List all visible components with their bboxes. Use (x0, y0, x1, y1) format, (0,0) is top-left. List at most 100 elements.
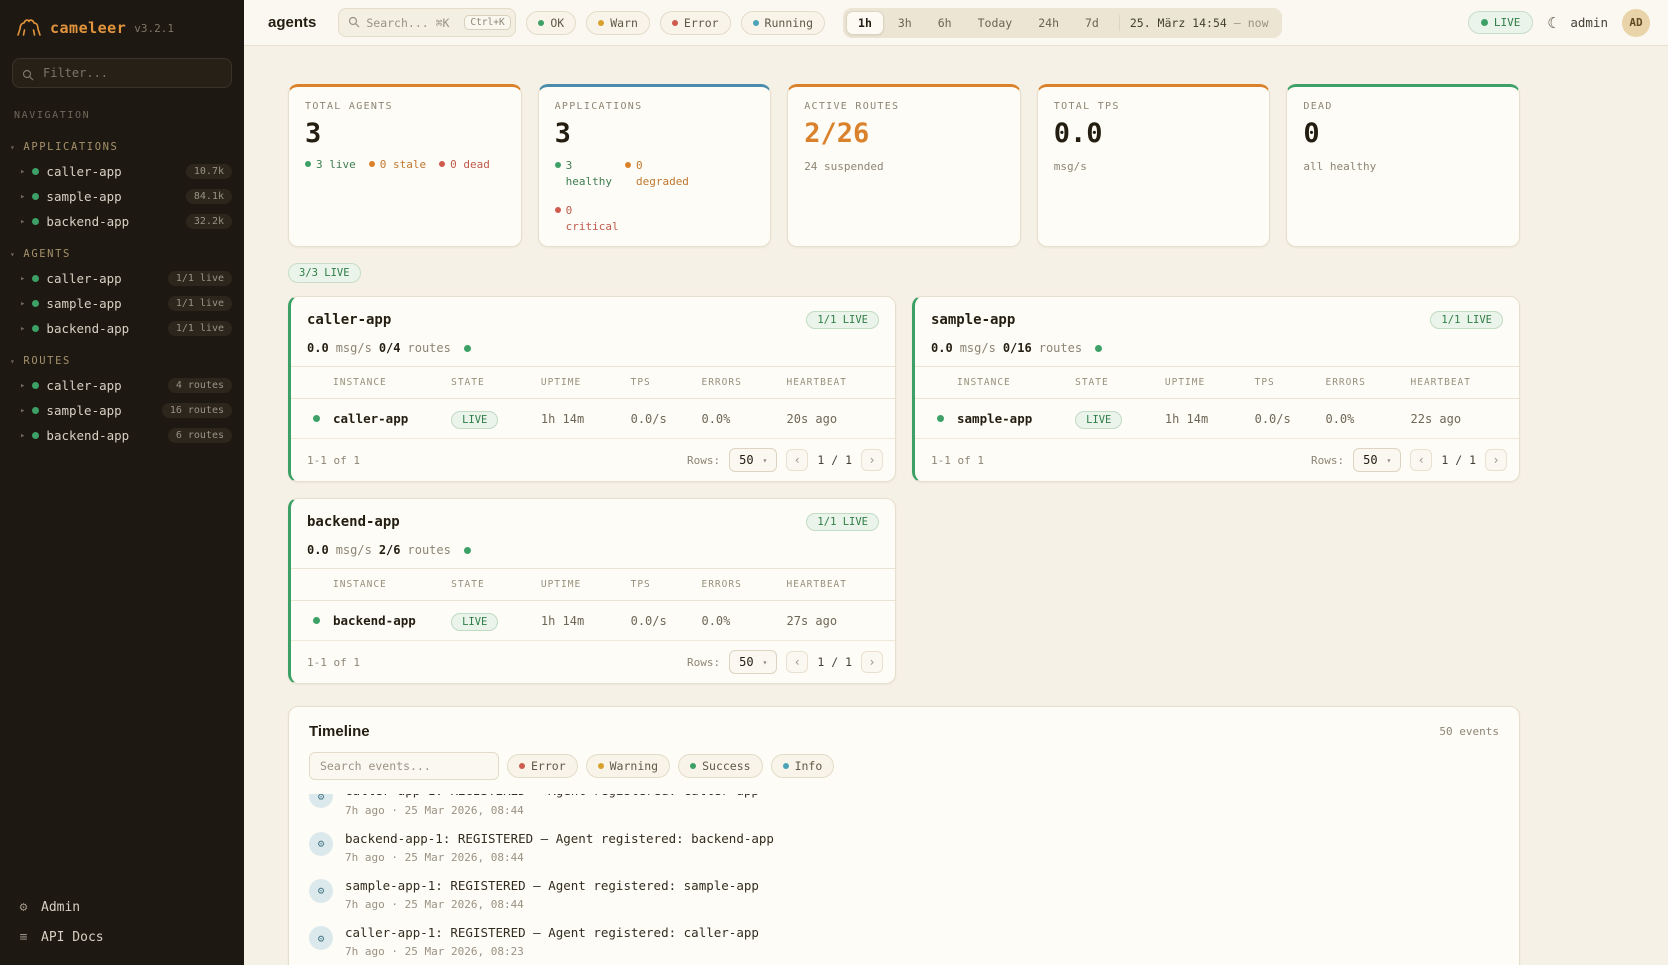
timeline-chip-success[interactable]: Success (678, 754, 762, 778)
substat-num: 0 (636, 158, 689, 174)
prev-page-button[interactable]: ‹ (786, 651, 808, 673)
chip-label: Warn (610, 16, 638, 30)
global-search-input[interactable] (366, 16, 458, 30)
timeline-event[interactable]: ⚙ caller-app-1: REGISTERED — Agent regis… (309, 794, 1499, 816)
stat-value: 0 (1303, 119, 1503, 149)
timeline-event[interactable]: ⚙ sample-app-1: REGISTERED — Agent regis… (309, 878, 1499, 911)
datetime-text: 25. März 14:54 (1130, 16, 1227, 30)
sidebar-item-routes-backend-app[interactable]: ▸ backend-app 6 routes (0, 423, 244, 448)
substat-word: degraded (636, 174, 689, 190)
stat-subtext: 24 suspended (804, 160, 1004, 173)
sidebar-item-applications-sample-app[interactable]: ▸ sample-app 84.1k (0, 184, 244, 209)
avatar[interactable]: AD (1622, 9, 1650, 37)
sidebar-item-agents-sample-app[interactable]: ▸ sample-app 1/1 live (0, 291, 244, 316)
timeline-event[interactable]: ⚙ caller-app-1: REGISTERED — Agent regis… (309, 925, 1499, 958)
nav-item-badge: 4 routes (168, 378, 232, 393)
timeline-event-count: 50 events (1439, 725, 1499, 738)
col-errors: ERRORS (701, 377, 786, 388)
user-name[interactable]: admin (1570, 15, 1608, 30)
sidebar-item-agents-caller-app[interactable]: ▸ caller-app 1/1 live (0, 266, 244, 291)
stat-value: 3 (305, 119, 505, 149)
substat-live: 3 live (305, 158, 356, 171)
status-dot (32, 275, 39, 282)
rows-per-page-select[interactable]: 50 ▾ (729, 650, 777, 674)
timeline-search-input[interactable] (309, 752, 499, 780)
next-page-button[interactable]: › (861, 449, 883, 471)
filter-chip-running[interactable]: Running (741, 11, 825, 35)
section-header-agents[interactable]: ▾ AGENTS (0, 242, 244, 266)
dark-mode-toggle-moon-icon[interactable]: ☾ (1547, 14, 1556, 32)
sidebar-filter-input[interactable] (12, 58, 232, 88)
nav-item-badge: 10.7k (186, 164, 232, 179)
substat-word: live (329, 158, 356, 171)
rows-per-page-select[interactable]: 50 ▾ (1353, 448, 1401, 472)
table-row[interactable]: backend-app LIVE 1h 14m 0.0/s 0.0% 27s a… (291, 601, 895, 641)
table-row[interactable]: caller-app LIVE 1h 14m 0.0/s 0.0% 20s ag… (291, 399, 895, 439)
sidebar-item-routes-sample-app[interactable]: ▸ sample-app 16 routes (0, 398, 244, 423)
timeline-chip-error[interactable]: Error (507, 754, 578, 778)
timeline-events-viewport[interactable]: ⚙ caller-app-1: REGISTERED — Agent regis… (309, 794, 1499, 965)
range-button-6h[interactable]: 6h (926, 11, 964, 35)
sidebar-item-admin[interactable]: ⚙ Admin (16, 900, 228, 915)
sidebar-item-routes-caller-app[interactable]: ▸ caller-app 4 routes (0, 373, 244, 398)
range-button-today[interactable]: Today (966, 11, 1025, 35)
topbar: agents Ctrl+K OK Warn Error Running 1h 3… (244, 0, 1668, 46)
agent-card-title: sample-app (931, 312, 1015, 328)
sidebar-item-applications-caller-app[interactable]: ▸ caller-app 10.7k (0, 159, 244, 184)
live-dot-icon (464, 547, 471, 554)
event-text: sample-app-1: REGISTERED — Agent registe… (345, 878, 759, 894)
col-uptime: UPTIME (541, 377, 631, 388)
global-search[interactable]: Ctrl+K (338, 8, 516, 37)
next-page-button[interactable]: › (1485, 449, 1507, 471)
prev-page-button[interactable]: ‹ (786, 449, 808, 471)
col-state: STATE (451, 377, 541, 388)
range-button-7d[interactable]: 7d (1073, 11, 1111, 35)
stat-value: 2/26 (804, 119, 1004, 149)
live-dot-icon (1095, 345, 1102, 352)
filter-chip-warn[interactable]: Warn (586, 11, 650, 35)
live-status-chip[interactable]: LIVE (1468, 11, 1534, 34)
section-header-routes[interactable]: ▾ ROUTES (0, 349, 244, 373)
red-dot (555, 207, 561, 213)
next-page-button[interactable]: › (861, 651, 883, 673)
event-time: 7h ago · 25 Mar 2026, 08:44 (345, 898, 759, 911)
api-docs-label: API Docs (41, 930, 104, 945)
agent-card-sample-app: sample-app 1/1 LIVE 0.0 msg/s 0/16 route… (912, 296, 1520, 482)
range-button-24h[interactable]: 24h (1026, 11, 1071, 35)
sidebar-item-agents-backend-app[interactable]: ▸ backend-app 1/1 live (0, 316, 244, 341)
rows-per-page-select[interactable]: 50 ▾ (729, 448, 777, 472)
range-button-1h[interactable]: 1h (846, 11, 884, 35)
col-heartbeat: HEARTBEAT (787, 377, 881, 388)
chevron-right-icon: ▸ (20, 406, 25, 416)
table-row[interactable]: sample-app LIVE 1h 14m 0.0/s 0.0% 22s ag… (915, 399, 1519, 439)
substat-stale: 0 stale (369, 158, 426, 171)
chevron-right-icon: ▸ (20, 381, 25, 391)
event-text: caller-app-1: REGISTERED — Agent registe… (345, 794, 759, 799)
prev-page-button[interactable]: ‹ (1410, 449, 1432, 471)
stat-card-dead: DEAD 0 all healthy (1286, 84, 1520, 247)
col-tps: TPS (1255, 377, 1326, 388)
filter-chip-ok[interactable]: OK (526, 11, 576, 35)
range-button-3h[interactable]: 3h (886, 11, 924, 35)
timeline-event[interactable]: ⚙ backend-app-1: REGISTERED — Agent regi… (309, 831, 1499, 864)
rows-label: Rows: (687, 454, 720, 467)
status-dot (937, 415, 944, 422)
rows-value: 50 (739, 655, 753, 669)
event-gear-icon: ⚙ (309, 926, 333, 950)
section-header-applications[interactable]: ▾ APPLICATIONS (0, 135, 244, 159)
table-footer: 1-1 of 1 Rows: 50 ▾ ‹ 1 / 1 › (291, 641, 895, 683)
timeline-chip-warning[interactable]: Warning (586, 754, 670, 778)
chevron-right-icon: ▸ (20, 324, 25, 334)
app-logo[interactable]: cameleer v3.2.1 (0, 0, 244, 48)
routes-value: 0/4 (379, 341, 401, 355)
state-badge: LIVE (1075, 411, 1122, 429)
state-badge: LIVE (451, 411, 498, 429)
timeline-chip-info[interactable]: Info (771, 754, 835, 778)
sidebar-item-applications-backend-app[interactable]: ▸ backend-app 32.2k (0, 209, 244, 234)
filter-chip-error[interactable]: Error (660, 11, 731, 35)
chevron-right-icon: ▸ (20, 431, 25, 441)
sidebar-item-api-docs[interactable]: ≡ API Docs (16, 930, 228, 945)
timeline-title: Timeline (309, 723, 370, 740)
chevron-down-icon: ▾ (1387, 456, 1392, 465)
nav-item-badge: 84.1k (186, 189, 232, 204)
